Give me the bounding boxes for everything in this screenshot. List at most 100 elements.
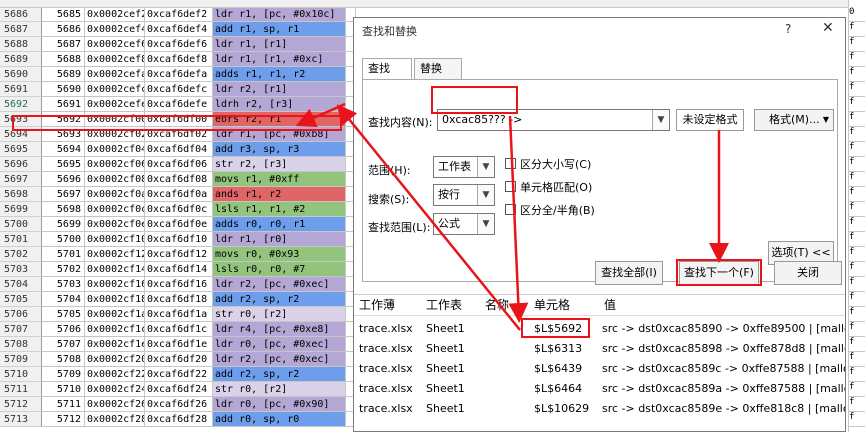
cell-address[interactable]: 0xcaf6def4: [145, 22, 213, 37]
cell-offset[interactable]: 0x0002cf1e: [85, 337, 145, 352]
cell-index[interactable]: 5690: [42, 82, 85, 97]
cell-address[interactable]: 0xcaf6defe: [145, 97, 213, 112]
cell-index[interactable]: 5708: [42, 352, 85, 367]
row-number[interactable]: 5700: [0, 217, 42, 232]
right-cell[interactable]: f: [849, 22, 865, 37]
cell-index[interactable]: 5701: [42, 247, 85, 262]
cell-instruction[interactable]: ldr r2, [pc, #0xec]: [213, 277, 346, 292]
cell-offset[interactable]: 0x0002cef2: [85, 7, 145, 22]
right-cell[interactable]: f: [849, 187, 865, 202]
row-number[interactable]: 5705: [0, 292, 42, 307]
right-cell[interactable]: f: [849, 202, 865, 217]
header-book[interactable]: 工作薄: [359, 296, 395, 313]
cell-address[interactable]: 0xcaf6df24: [145, 382, 213, 397]
cell-address[interactable]: 0xcaf6df1e: [145, 337, 213, 352]
match-width-checkbox[interactable]: [505, 204, 516, 215]
cell-instruction[interactable]: ldr r1, [r1]: [213, 37, 346, 52]
cell-index[interactable]: 5698: [42, 202, 85, 217]
cell-offset[interactable]: 0x0002cf26: [85, 397, 145, 412]
row-number[interactable]: 5697: [0, 172, 42, 187]
row-number[interactable]: 5692: [0, 97, 42, 112]
right-cell[interactable]: f: [849, 82, 865, 97]
cell-offset[interactable]: 0x0002cf02: [85, 127, 145, 142]
right-cell[interactable]: f: [849, 127, 865, 142]
cell-instruction[interactable]: adds r1, r1, r2: [213, 67, 346, 82]
cell-address[interactable]: 0xcaf6df1c: [145, 322, 213, 337]
header-value[interactable]: 值: [604, 296, 616, 313]
cell-address[interactable]: 0xcaf6defa: [145, 67, 213, 82]
close-button[interactable]: 关闭: [774, 261, 842, 285]
cell-index[interactable]: 5695: [42, 157, 85, 172]
right-cell[interactable]: f: [849, 37, 865, 52]
cell-instruction[interactable]: ldr r1, [pc, #0x10c]: [213, 7, 346, 22]
cell-index[interactable]: 5694: [42, 142, 85, 157]
result-row[interactable]: trace.xlsx Sheet1 $L$10629 src -> dst0xcac8…: [354, 399, 845, 419]
cell-index[interactable]: 5700: [42, 232, 85, 247]
find-input[interactable]: 0xcac85??? -> ▼: [437, 109, 670, 131]
cell-instruction[interactable]: lsls r0, r0, #7: [213, 262, 346, 277]
right-cell[interactable]: f: [849, 382, 865, 397]
row-number[interactable]: 5708: [0, 337, 42, 352]
cell-index[interactable]: 5711: [42, 397, 85, 412]
right-cell[interactable]: f: [849, 112, 865, 127]
format-button[interactable]: 格式(M)... ▼: [754, 109, 834, 131]
cell-index[interactable]: 5686: [42, 22, 85, 37]
cell-instruction[interactable]: str r2, [r3]: [213, 157, 346, 172]
cell-index[interactable]: 5687: [42, 37, 85, 52]
cell-instruction[interactable]: ldr r4, [pc, #0xe8]: [213, 322, 346, 337]
row-number[interactable]: 5710: [0, 367, 42, 382]
cell-offset[interactable]: 0x0002cf1a: [85, 307, 145, 322]
cell-index[interactable]: 5702: [42, 262, 85, 277]
cell-address[interactable]: 0xcaf6df26: [145, 397, 213, 412]
cell-offset[interactable]: 0x0002cf16: [85, 277, 145, 292]
cell-instruction[interactable]: add r3, sp, r3: [213, 142, 346, 157]
row-number[interactable]: 5712: [0, 397, 42, 412]
cell-instruction[interactable]: ldr r1, [pc, #0xb8]: [213, 127, 346, 142]
row-number[interactable]: 5690: [0, 67, 42, 82]
row-number[interactable]: 5694: [0, 127, 42, 142]
cell-address[interactable]: 0xcaf6def2: [145, 7, 213, 22]
cell-index[interactable]: 5691: [42, 97, 85, 112]
cell-instruction[interactable]: eors r2, r1: [213, 112, 346, 127]
cell-index[interactable]: 5710: [42, 382, 85, 397]
cell-instruction[interactable]: ldr r2, [pc, #0xec]: [213, 352, 346, 367]
cell-offset[interactable]: 0x0002cefe: [85, 97, 145, 112]
cell-instruction[interactable]: movs r0, #0x93: [213, 247, 346, 262]
cell-index[interactable]: 5703: [42, 277, 85, 292]
cell-offset[interactable]: 0x0002cf06: [85, 157, 145, 172]
cell-instruction[interactable]: ldrh r2, [r3]: [213, 97, 346, 112]
row-number[interactable]: 5702: [0, 247, 42, 262]
match-case-checkbox[interactable]: [505, 158, 516, 169]
right-cell[interactable]: f: [849, 412, 865, 427]
right-cell[interactable]: f: [849, 277, 865, 292]
row-number[interactable]: 5699: [0, 202, 42, 217]
cell-instruction[interactable]: ldr r1, [r1, #0xc]: [213, 52, 346, 67]
cell-instruction[interactable]: str r0, [r2]: [213, 307, 346, 322]
right-cell[interactable]: f: [849, 322, 865, 337]
cell-offset[interactable]: 0x0002cf0c: [85, 202, 145, 217]
row-number[interactable]: 5711: [0, 382, 42, 397]
right-cell[interactable]: f: [849, 337, 865, 352]
chevron-down-icon[interactable]: ▼: [477, 185, 494, 205]
cell-address[interactable]: 0xcaf6df28: [145, 412, 213, 427]
right-cell[interactable]: f: [849, 292, 865, 307]
row-number[interactable]: 5686: [0, 7, 42, 22]
cell-index[interactable]: 5696: [42, 172, 85, 187]
cell-index[interactable]: 5705: [42, 307, 85, 322]
cell-offset[interactable]: 0x0002cf28: [85, 412, 145, 427]
cell-address[interactable]: 0xcaf6df04: [145, 142, 213, 157]
tab-find[interactable]: 查找(D): [362, 58, 412, 95]
cell-index[interactable]: 5712: [42, 412, 85, 427]
header-cell[interactable]: 单元格: [534, 296, 570, 313]
chevron-down-icon[interactable]: ▼: [477, 214, 494, 234]
cell-offset[interactable]: 0x0002cf08: [85, 172, 145, 187]
cell-address[interactable]: 0xcaf6df18: [145, 292, 213, 307]
cell-offset[interactable]: 0x0002cf10: [85, 232, 145, 247]
result-row[interactable]: trace.xlsx Sheet1 $L$5692 src -> dst0xcac85…: [354, 319, 845, 339]
row-number[interactable]: 5706: [0, 307, 42, 322]
cell-offset[interactable]: 0x0002cf24: [85, 382, 145, 397]
cell-index[interactable]: 5709: [42, 367, 85, 382]
cell-offset[interactable]: 0x0002cf20: [85, 352, 145, 367]
scope-select[interactable]: 工作表 ▼: [433, 156, 495, 178]
cell-offset[interactable]: 0x0002cf04: [85, 142, 145, 157]
